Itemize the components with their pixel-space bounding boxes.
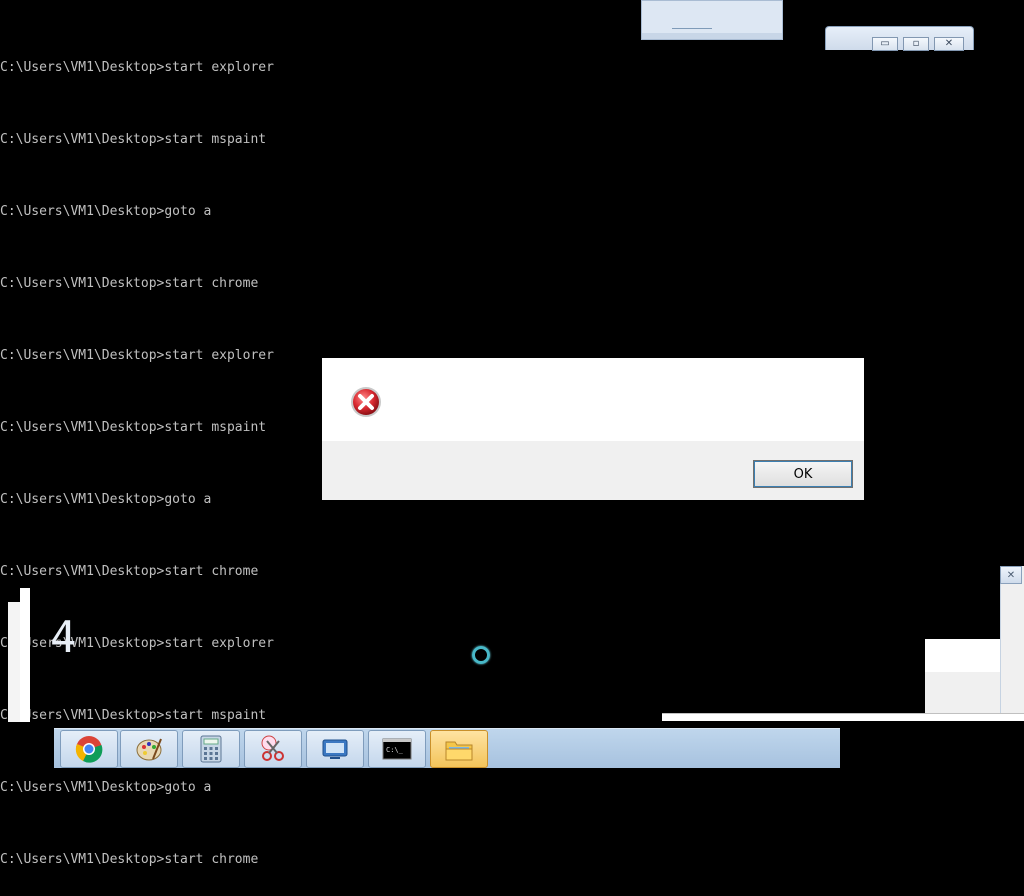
window-fragment-left-gap: [8, 588, 20, 602]
console-line: C:\Users\VM1\Desktop>start chrome: [0, 852, 259, 867]
taskbar: C:\_: [54, 728, 840, 768]
taskbar-item-remote-desktop[interactable]: [306, 730, 364, 768]
minimize-button[interactable]: ▭: [872, 37, 898, 51]
taskbar-item-chrome[interactable]: [60, 730, 118, 768]
console-line: C:\Users\VM1\Desktop>start chrome: [0, 564, 259, 579]
window-fragment-right-body: [925, 639, 1000, 716]
close-button[interactable]: ✕: [934, 37, 964, 51]
chrome-icon: [75, 736, 103, 763]
taskbar-item-explorer[interactable]: [430, 730, 488, 768]
console-line: C:\Users\VM1\Desktop>start mspaint: [0, 132, 267, 147]
window-caption-fragment: ▭ ▫ ✕: [825, 26, 974, 51]
terminal-icon: C:\_: [382, 738, 412, 760]
error-dialog: OK: [322, 358, 864, 500]
console-line: C:\Users\VM1\Desktop>goto a: [0, 204, 212, 219]
window-fragment-top: [641, 0, 783, 40]
ok-button[interactable]: OK: [753, 460, 853, 488]
window-fragment-right: [1000, 566, 1024, 716]
close-icon[interactable]: ✕: [1000, 566, 1022, 584]
console-line: C:\Users\VM1\Desktop>start chrome: [0, 276, 259, 291]
taskbar-item-command-prompt[interactable]: C:\_: [368, 730, 426, 768]
error-icon: [350, 386, 382, 418]
dialog-button-area: [322, 441, 802, 500]
taskbar-item-snipping-tool[interactable]: [244, 730, 302, 768]
folder-icon: [445, 741, 473, 761]
palette-icon: [136, 738, 162, 761]
calculator-icon: [200, 735, 222, 763]
taskbar-item-paint[interactable]: [120, 730, 178, 768]
terminal-glyph: C:\_: [386, 746, 404, 754]
window-icon: [322, 739, 348, 759]
console-line: C:\Users\VM1\Desktop>start explorer: [0, 60, 274, 75]
busy-cursor-icon: [472, 646, 490, 664]
remnant-glyph: 4: [50, 612, 77, 663]
scissors-icon: [261, 735, 284, 761]
taskbar-item-calculator[interactable]: [182, 730, 240, 768]
maximize-button[interactable]: ▫: [903, 37, 929, 51]
console-line: C:\Users\VM1\Desktop>start mspaint: [0, 708, 267, 723]
window-fragment-left: [8, 588, 30, 722]
window-fragment-bottom: [662, 713, 1024, 721]
console-line: C:\Users\VM1\Desktop>goto a: [0, 780, 212, 795]
